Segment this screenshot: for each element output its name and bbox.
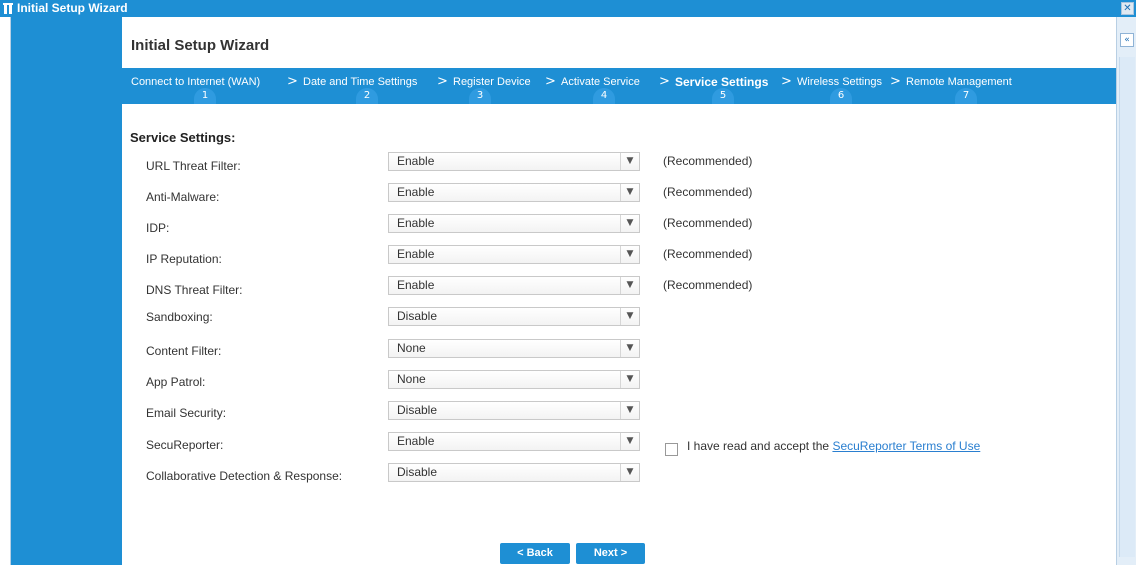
step-number-2: 2 <box>356 88 378 104</box>
app-patrol-select[interactable]: None ▼ <box>388 370 640 389</box>
step-register-device: Register Device <box>453 76 531 88</box>
step-wireless-settings: Wireless Settings <box>797 76 882 88</box>
anti-malware-label: Anti-Malware: <box>146 190 220 204</box>
sidebar <box>11 17 122 565</box>
step-date-time: Date and Time Settings <box>303 76 418 88</box>
step-number-3: 3 <box>469 88 491 104</box>
select-value: None <box>397 372 426 386</box>
wizard-logo-icon <box>3 3 13 14</box>
collapse-panel-icon[interactable]: « <box>1120 33 1134 47</box>
step-service-settings: Service Settings <box>675 75 769 89</box>
sandboxing-label: Sandboxing: <box>146 310 213 324</box>
content-filter-label: Content Filter: <box>146 344 222 358</box>
terms-prefix: I have read and accept the <box>687 439 833 453</box>
chevron-down-icon: ▼ <box>620 464 639 481</box>
url-threat-filter-select[interactable]: Enable ▼ <box>388 152 640 171</box>
chevron-down-icon: ▼ <box>620 277 639 294</box>
section-title: Service Settings: <box>130 130 236 145</box>
chevron-down-icon: ▼ <box>620 371 639 388</box>
secureporter-label: SecuReporter: <box>146 438 224 452</box>
secureporter-terms-link[interactable]: SecuReporter Terms of Use <box>832 439 980 453</box>
select-value: Enable <box>397 434 435 448</box>
idp-label: IDP: <box>146 221 170 235</box>
select-value: Disable <box>397 309 438 323</box>
step-number-5: 5 <box>712 88 734 104</box>
select-value: Enable <box>397 247 435 261</box>
select-value: Enable <box>397 278 435 292</box>
anti-malware-select[interactable]: Enable ▼ <box>388 183 640 202</box>
secureporter-select[interactable]: Enable ▼ <box>388 432 640 451</box>
right-panel: « <box>1116 17 1136 565</box>
dns-threat-filter-label: DNS Threat Filter: <box>146 283 243 297</box>
chevron-down-icon: ▼ <box>620 184 639 201</box>
sandboxing-select[interactable]: Disable ▼ <box>388 307 640 326</box>
next-button[interactable]: Next > <box>576 543 645 564</box>
recommended-note: (Recommended) <box>663 154 753 168</box>
step-number-6: 6 <box>830 88 852 104</box>
right-panel-stripe <box>1119 57 1135 557</box>
chevron-down-icon: ▼ <box>620 308 639 325</box>
step-number-7: 7 <box>955 88 977 104</box>
back-button[interactable]: < Back <box>500 543 570 564</box>
chevron-down-icon: ▼ <box>620 153 639 170</box>
email-security-select[interactable]: Disable ▼ <box>388 401 640 420</box>
chevron-down-icon: ▼ <box>620 402 639 419</box>
idp-select[interactable]: Enable ▼ <box>388 214 640 233</box>
step-separator: > <box>287 74 298 89</box>
secureporter-terms-text: I have read and accept the SecuReporter … <box>687 439 980 453</box>
wizard-title: Initial Setup Wizard <box>131 37 270 54</box>
step-separator: > <box>545 74 556 89</box>
left-frame <box>0 17 11 565</box>
recommended-note: (Recommended) <box>663 185 753 199</box>
secureporter-terms-checkbox[interactable] <box>665 443 678 456</box>
chevron-down-icon: ▼ <box>620 215 639 232</box>
ip-reputation-select[interactable]: Enable ▼ <box>388 245 640 264</box>
email-security-label: Email Security: <box>146 406 227 420</box>
window-titlebar: Initial Setup Wizard ✕ <box>0 0 1136 17</box>
wizard-steps-bar: Connect to Internet (WAN) > Date and Tim… <box>122 68 1116 104</box>
step-separator: > <box>781 74 792 89</box>
window-title: Initial Setup Wizard <box>17 1 128 15</box>
step-number-1: 1 <box>194 88 216 104</box>
recommended-note: (Recommended) <box>663 216 753 230</box>
step-number-4: 4 <box>593 88 615 104</box>
select-value: Enable <box>397 185 435 199</box>
select-value: Enable <box>397 154 435 168</box>
chevron-down-icon: ▼ <box>620 246 639 263</box>
app-patrol-label: App Patrol: <box>146 375 206 389</box>
select-value: Enable <box>397 216 435 230</box>
collaborative-detection-select[interactable]: Disable ▼ <box>388 463 640 482</box>
dns-threat-filter-select[interactable]: Enable ▼ <box>388 276 640 295</box>
collaborative-detection-label: Collaborative Detection & Response: <box>146 469 343 483</box>
step-remote-management: Remote Management <box>906 76 1012 88</box>
url-threat-filter-label: URL Threat Filter: <box>146 159 241 173</box>
step-separator: > <box>890 74 901 89</box>
select-value: Disable <box>397 465 438 479</box>
wizard-main: Initial Setup Wizard Connect to Internet… <box>122 17 1116 565</box>
recommended-note: (Recommended) <box>663 278 753 292</box>
content-filter-select[interactable]: None ▼ <box>388 339 640 358</box>
chevron-down-icon: ▼ <box>620 340 639 357</box>
recommended-note: (Recommended) <box>663 247 753 261</box>
step-connect-internet: Connect to Internet (WAN) <box>131 76 261 88</box>
close-icon[interactable]: ✕ <box>1121 2 1134 15</box>
select-value: None <box>397 341 426 355</box>
chevron-down-icon: ▼ <box>620 433 639 450</box>
step-separator: > <box>659 74 670 89</box>
select-value: Disable <box>397 403 438 417</box>
ip-reputation-label: IP Reputation: <box>146 252 222 266</box>
step-activate-service: Activate Service <box>561 76 640 88</box>
step-separator: > <box>437 74 448 89</box>
